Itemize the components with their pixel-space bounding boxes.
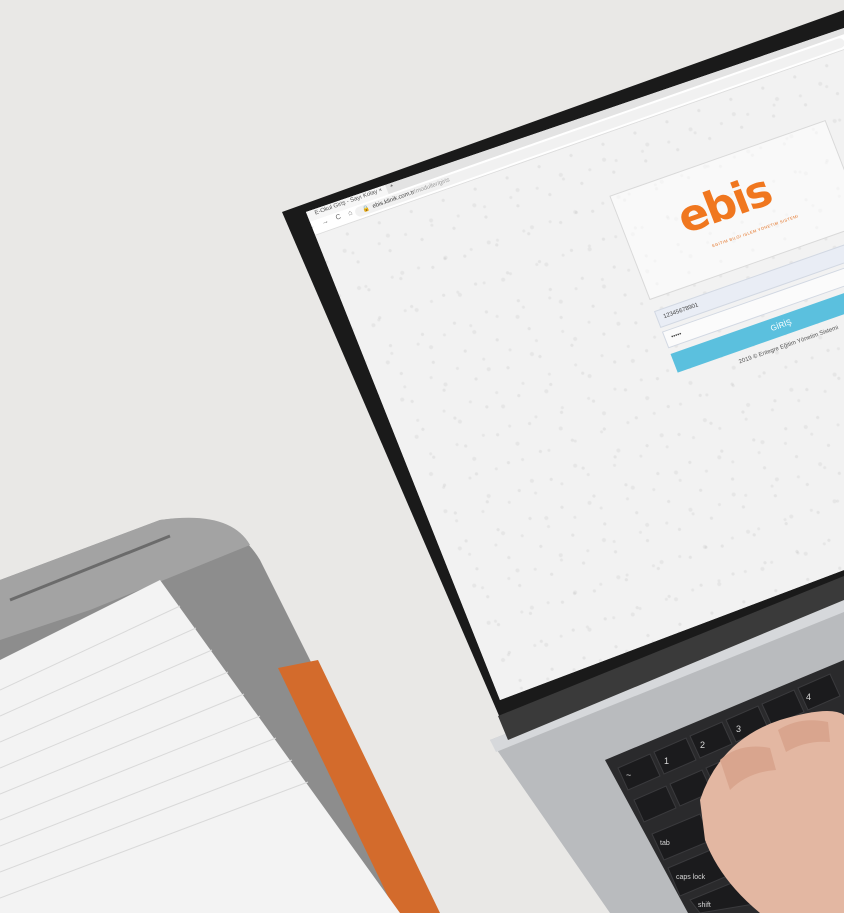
ebis-logo: ebis [670,165,778,245]
key-caps-lock: caps lock [676,874,706,881]
key-tab: tab [660,840,670,847]
key-4: 4 [806,692,812,702]
key-2: 2 [700,740,706,750]
photo-scene: E-Okul Giriş - Sayı Kolay × + ← → C ⌂ 🔒e… [0,0,844,913]
forward-arrow-icon[interactable]: → [321,217,333,227]
reload-icon[interactable]: C [335,213,345,222]
lock-icon: 🔒 [361,205,372,214]
key-tilde: ~ [626,770,632,780]
key-1: 1 [664,756,670,766]
key-3: 3 [736,724,742,734]
key-shift: shift [698,902,711,909]
